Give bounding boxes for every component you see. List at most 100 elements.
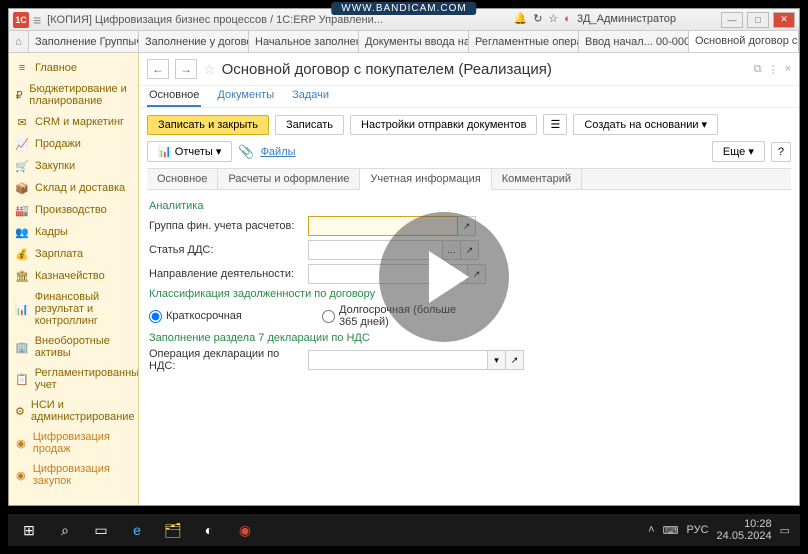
sidebar-item[interactable]: ◉Цифровизация закупок [9, 459, 138, 491]
search-icon[interactable]: ⌕ [48, 516, 82, 544]
dropdown-icon[interactable]: ▾ [488, 350, 506, 370]
page-title: Основной договор с покупателем (Реализац… [222, 61, 552, 78]
explorer-icon[interactable]: 🗂 [156, 516, 190, 544]
subtab-tasks[interactable]: Задачи [290, 85, 331, 107]
reports-button[interactable]: 📊 Отчеты ▾ [147, 141, 232, 162]
tab[interactable]: Ввод начал... 00-00000005× [579, 31, 689, 52]
create-based-button[interactable]: Создать на основании ▾ [573, 114, 718, 135]
tab[interactable]: Документы ввода начал...× [359, 31, 469, 52]
start-button[interactable]: ⊞ [12, 516, 46, 544]
gear-icon: ⚙ [15, 404, 25, 418]
history-icon[interactable]: ↻ [533, 12, 542, 25]
lang-indicator[interactable]: РУС [687, 524, 709, 536]
sidebar-item[interactable]: 👥Кадры [9, 221, 138, 243]
notifications-icon[interactable]: ▭ [780, 524, 790, 537]
budget-icon: ₽ [15, 88, 23, 102]
forward-button[interactable]: → [175, 59, 197, 79]
back-button[interactable]: ← [147, 59, 169, 79]
panel-close-icon[interactable]: × [785, 63, 791, 75]
sidebar-item[interactable]: 🏭Производство [9, 199, 138, 221]
tab[interactable]: Регламентные операции ...× [469, 31, 579, 52]
clock[interactable]: 10:28 24.05.2024 [717, 518, 772, 542]
main-content: ← → ☆ Основной договор с покупателем (Ре… [139, 53, 799, 505]
circle-icon: ◉ [15, 436, 27, 450]
save-close-button[interactable]: Записать и закрыть [147, 115, 269, 135]
tab[interactable]: Заполнение у договоров...× [139, 31, 249, 52]
sidebar-item[interactable]: 📊Финансовый результат и контроллинг [9, 287, 138, 331]
keyboard-icon[interactable]: ⌨ [663, 524, 679, 537]
sidebar-item[interactable]: ≡Главное [9, 57, 138, 79]
content-header: ← → ☆ Основной договор с покупателем (Ре… [139, 53, 799, 86]
sales-icon: 📈 [15, 137, 29, 151]
sidebar-item[interactable]: ✉CRM и маркетинг [9, 111, 138, 133]
factory-icon: 🏭 [15, 203, 29, 217]
sidebar-item[interactable]: ₽Бюджетирование и планирование [9, 79, 138, 111]
subtab-documents[interactable]: Документы [215, 85, 276, 107]
app-icon: 1C [13, 12, 29, 28]
list-button[interactable]: ☰ [543, 114, 567, 135]
open-icon[interactable]: ↗ [468, 264, 486, 284]
label-fin-group: Группа фин. учета расчетов: [149, 220, 304, 232]
tab[interactable]: Заполнение ГруппыФУ Н...× [29, 31, 139, 52]
app-taskbar-icon[interactable]: ◉ [228, 516, 262, 544]
box-icon: 📦 [15, 181, 29, 195]
tray-up-icon[interactable]: ˄ [648, 524, 654, 536]
taskview-icon[interactable]: ▭ [84, 516, 118, 544]
sidebar-item[interactable]: 💰Зарплата [9, 243, 138, 265]
chrome-icon[interactable]: ◐ [192, 516, 226, 544]
help-button[interactable]: ? [771, 142, 791, 162]
vat-op-input[interactable] [308, 350, 488, 370]
taskbar: ⊞ ⌕ ▭ e 🗂 ◐ ◉ ˄ ⌨ РУС 10:28 24.05.2024 ▭ [8, 514, 800, 546]
files-link[interactable]: Файлы [261, 146, 296, 158]
save-button[interactable]: Записать [275, 115, 344, 135]
close-button[interactable]: ✕ [773, 12, 795, 28]
sectab-accounting[interactable]: Учетная информация [360, 169, 491, 190]
circle-icon: ◉ [15, 468, 27, 482]
favorite-icon[interactable]: ☆ [203, 61, 216, 78]
ie-icon[interactable]: e [120, 516, 154, 544]
sidebar-item[interactable]: 🏛Казначейство [9, 265, 138, 287]
paperclip-icon: 📎 [238, 144, 254, 160]
radio-long[interactable]: Долгосрочная (больше 365 дней) [322, 304, 477, 328]
subtab-main[interactable]: Основное [147, 85, 201, 107]
top-meta: 🔔 ↻ ☆ ◐ 3Д_Администратор [510, 9, 679, 28]
maximize-button[interactable]: □ [747, 12, 769, 28]
tab[interactable]: Начальное заполнение ...× [249, 31, 359, 52]
send-settings-button[interactable]: Настройки отправки документов [350, 115, 537, 135]
radio-long-input[interactable] [322, 310, 335, 323]
minimize-button[interactable]: — [721, 12, 743, 28]
chrome-icon[interactable]: ◐ [564, 13, 571, 25]
ellipsis-icon[interactable]: ⋮ [768, 63, 779, 76]
tab-active[interactable]: Основной договор с пок...× [689, 31, 799, 52]
cart-icon: 🛒 [15, 159, 29, 173]
open-icon[interactable]: ↗ [458, 216, 476, 236]
radio-short[interactable]: Краткосрочная [149, 310, 304, 323]
star-icon[interactable]: ☆ [548, 12, 558, 25]
open-icon[interactable]: ↗ [506, 350, 524, 370]
dds-input[interactable] [308, 240, 443, 260]
unpin-icon[interactable]: ⧉ [754, 63, 762, 76]
sidebar-item[interactable]: ⚙НСИ и администрирование [9, 395, 138, 427]
clipboard-icon: 📋 [15, 372, 29, 386]
sidebar-item[interactable]: 📦Склад и доставка [9, 177, 138, 199]
sidebar-item[interactable]: 📋Регламентированный учет [9, 363, 138, 395]
bell-icon[interactable]: 🔔 [513, 12, 527, 25]
more-button[interactable]: Еще ▾ [712, 141, 765, 162]
building-icon: 🏢 [15, 340, 29, 354]
open-icon[interactable]: ↗ [461, 240, 479, 260]
select-icon[interactable]: … [443, 240, 461, 260]
fin-group-input[interactable] [308, 216, 458, 236]
home-tab[interactable]: ⌂ [9, 31, 29, 52]
sectab-comment[interactable]: Комментарий [492, 169, 582, 189]
crm-icon: ✉ [15, 115, 29, 129]
sidebar-item[interactable]: 🏢Внеоборотные активы [9, 331, 138, 363]
direction-input[interactable] [308, 264, 468, 284]
sectab-calc[interactable]: Расчеты и оформление [218, 169, 360, 189]
sectab-main[interactable]: Основное [147, 169, 218, 189]
bandicam-watermark: WWW.BANDICAM.COM [331, 2, 476, 15]
sidebar-item[interactable]: 📈Продажи [9, 133, 138, 155]
radio-short-input[interactable] [149, 310, 162, 323]
sidebar-item[interactable]: ◉Цифровизация продаж [9, 427, 138, 459]
menu-icon[interactable]: ≡ [33, 12, 41, 28]
sidebar-item[interactable]: 🛒Закупки [9, 155, 138, 177]
